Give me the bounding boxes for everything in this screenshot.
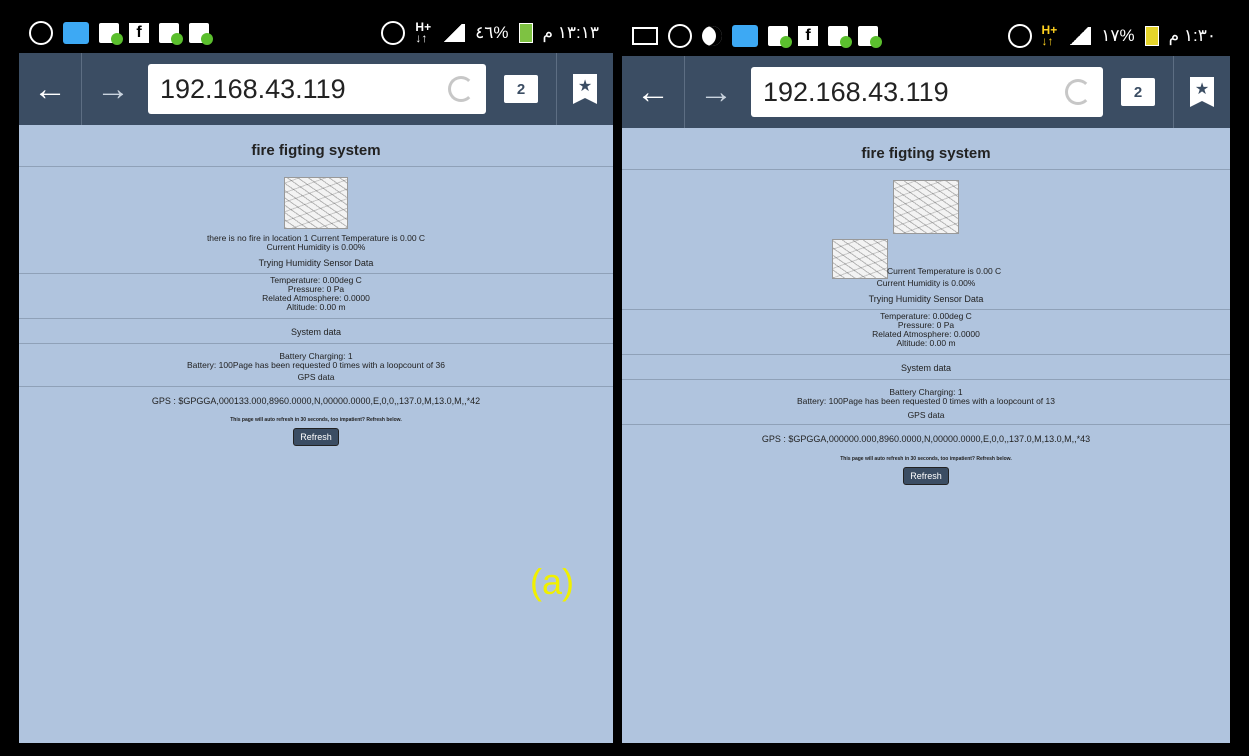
humidity-text: Current Humidity is 0.00% <box>266 242 366 252</box>
address-bar[interactable]: 192.168.43.119 <box>148 64 486 114</box>
app-notification-icon <box>858 26 882 48</box>
phone-screen-a: f H+↓↑ ٤٦% ١٣:١٣ م ← → 192.168.43.119 2 <box>19 13 613 743</box>
location-map-image <box>893 180 959 234</box>
bookmark-button[interactable]: ★ <box>1173 56 1230 128</box>
battery-percent: ٤٦% <box>475 23 509 42</box>
status-bar: f H+ ↓↑ ٤٦% ١٣:١٣ م <box>19 13 613 53</box>
bookmark-star-icon: ★ <box>1190 77 1214 107</box>
bookmark-star-icon: ★ <box>573 74 597 104</box>
altitude-text: Altitude: 0.00 m <box>896 338 956 348</box>
temperature-status-text: Current Temperature is 0.00 C <box>887 266 1002 276</box>
system-heading: System data <box>290 327 342 337</box>
alarm-icon <box>381 21 406 45</box>
battery-text: Battery: 100Page has been requested 0 ti… <box>186 360 445 370</box>
battery-percent: ١٧% <box>1101 26 1135 45</box>
signal-icon <box>1067 27 1092 45</box>
app-notification-icon <box>189 23 213 45</box>
refresh-button[interactable]: Refresh <box>293 428 339 446</box>
system-heading: System data <box>900 363 952 373</box>
signal-icon <box>441 24 466 42</box>
tab-count: 2 <box>504 75 538 103</box>
app-notification-icon <box>159 23 183 45</box>
reload-icon[interactable] <box>448 76 474 102</box>
tabs-button[interactable]: 2 <box>1103 56 1173 128</box>
wifi-icon <box>63 22 89 44</box>
page-title: fire figting system <box>861 145 991 162</box>
app-notification-icon <box>768 26 792 48</box>
gps-text: GPS : $GPGGA,000133.000,8960.0000,N,0000… <box>151 396 481 406</box>
status-bar: f H+ ↓↑ ١٧% ١:٣٠ م <box>622 16 1230 56</box>
whatsapp-icon <box>668 24 692 48</box>
alarm-icon <box>1007 24 1032 48</box>
network-type-icon: H+ ↓↑ <box>415 20 432 45</box>
wifi-icon <box>732 25 758 47</box>
network-type-icon: H+ ↓↑ <box>1041 23 1058 48</box>
web-page: fire figting system Current Temperature … <box>622 128 1230 743</box>
gps-text: GPS : $GPGGA,000000.000,8960.0000,N,0000… <box>761 434 1091 444</box>
gps-heading: GPS data <box>297 372 335 382</box>
app-notification-icon <box>828 26 852 48</box>
bookmark-button[interactable]: ★ <box>556 53 613 125</box>
page-title: fire figting system <box>251 142 381 159</box>
status-time: ١٣:١٣ م <box>542 23 600 42</box>
app-notification-icon <box>99 23 123 45</box>
location-map-image <box>832 239 888 279</box>
web-page: fire figting system there is no fire in … <box>19 125 613 743</box>
refresh-button[interactable]: Refresh <box>903 467 949 485</box>
humidity-text: Current Humidity is 0.00% <box>876 278 976 288</box>
whatsapp-icon <box>29 21 53 45</box>
mail-icon <box>632 27 658 45</box>
facebook-icon: f <box>798 26 818 46</box>
figure-caption: (a) <box>530 561 574 602</box>
phone-screen-b: f H+↓↑ ١٧% ١:٣٠ م ← → 192.168.43.119 2 <box>622 16 1230 743</box>
screenshot-frame: f H+↓↑ ٤٦% ١٣:١٣ م ← → 192.168.43.119 2 <box>0 0 1249 756</box>
sensor-heading: Trying Humidity Sensor Data <box>258 258 374 268</box>
forward-button[interactable]: → <box>684 56 747 128</box>
night-mode-icon <box>702 26 722 46</box>
battery-icon <box>518 23 533 43</box>
reload-icon[interactable] <box>1065 79 1091 105</box>
sensor-heading: Trying Humidity Sensor Data <box>868 294 984 304</box>
url-text: 192.168.43.119 <box>160 73 346 104</box>
back-button[interactable]: ← <box>19 53 81 125</box>
gps-heading: GPS data <box>907 410 945 420</box>
location-map-image <box>284 177 348 229</box>
battery-icon <box>1144 26 1159 46</box>
battery-text: Battery: 100Page has been requested 0 ti… <box>796 396 1055 406</box>
browser-toolbar: ← → 192.168.43.119 2 ★ <box>19 53 613 125</box>
altitude-text: Altitude: 0.00 m <box>286 302 346 312</box>
url-text: 192.168.43.119 <box>763 76 949 107</box>
tabs-button[interactable]: 2 <box>486 53 556 125</box>
tab-count: 2 <box>1121 78 1155 106</box>
browser-toolbar: ← → 192.168.43.119 2 ★ <box>622 56 1230 128</box>
forward-button[interactable]: → <box>81 53 144 125</box>
status-time: ١:٣٠ م <box>1168 26 1216 45</box>
back-button[interactable]: ← <box>622 56 684 128</box>
address-bar[interactable]: 192.168.43.119 <box>751 67 1103 117</box>
facebook-icon: f <box>129 23 149 43</box>
